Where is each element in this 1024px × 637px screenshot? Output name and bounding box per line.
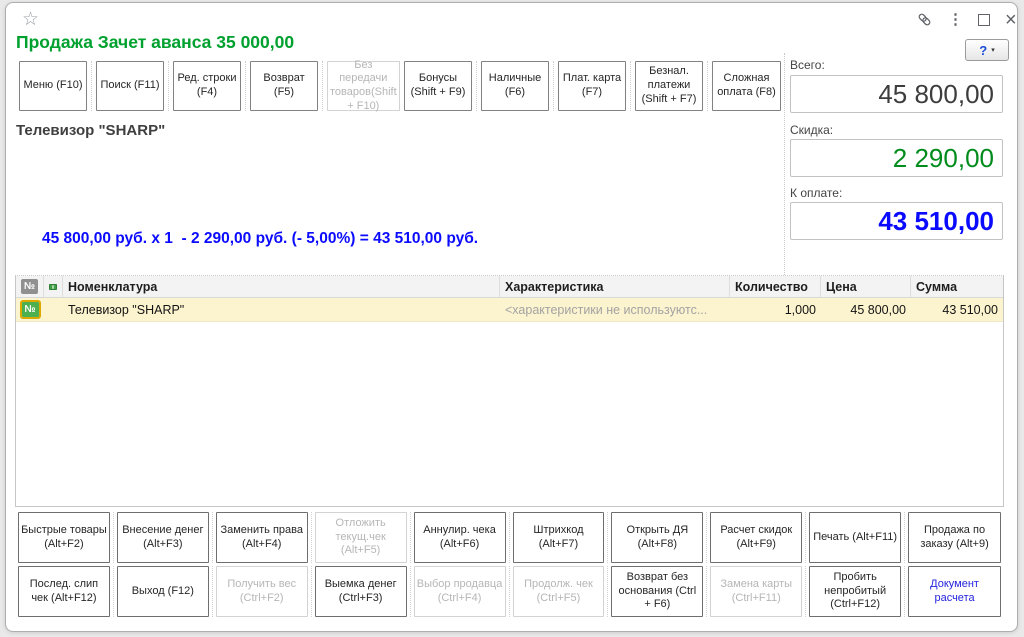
calc-discounts-button[interactable]: Расчет скидок (Alt+F9): [710, 512, 802, 563]
nomenclature-header: Номенклатура: [63, 276, 500, 297]
table-header-row: № Номенклатура Характеристика Количество…: [16, 276, 1003, 298]
help-icon: ?: [979, 43, 987, 58]
column-number-header: №: [16, 276, 44, 297]
discount-field: 2 290,00: [790, 139, 1003, 177]
print-button[interactable]: Печать (Alt+F11): [809, 512, 901, 563]
quantity-header: Количество: [730, 276, 821, 297]
row-number-badge-icon: №: [22, 302, 39, 317]
no-goods-transfer-button: Без передачи товаров(Shift + F10): [327, 61, 400, 111]
chevron-down-icon: ▾: [991, 46, 995, 54]
row-characteristic-cell[interactable]: <характеристики не используютс...: [500, 298, 730, 321]
row-nomenclature-cell[interactable]: Телевизор "SHARP": [63, 298, 500, 321]
panel-divider: [784, 53, 785, 275]
withdraw-money-button[interactable]: Выемка денег (Ctrl+F3): [315, 566, 407, 617]
cash-payment-button[interactable]: Наличные (F6): [481, 61, 549, 111]
settlement-document-button[interactable]: Документ расчета: [908, 566, 1001, 617]
last-slip-receipt-button[interactable]: Послед. слип чек (Alt+F12): [18, 566, 110, 617]
search-button[interactable]: Поиск (F11): [96, 61, 164, 111]
sum-header: Сумма: [911, 276, 1003, 297]
barcode-button[interactable]: Штрихкод (Alt+F7): [513, 512, 605, 563]
quick-goods-button[interactable]: Быстрые товары (Alt+F2): [18, 512, 110, 563]
close-button[interactable]: ×: [1005, 13, 1017, 27]
bottom-toolbar-row-2: Послед. слип чек (Alt+F12) Выход (F12) П…: [15, 566, 1004, 617]
total-field: 45 800,00: [790, 75, 1003, 113]
sale-by-order-button[interactable]: Продажа по заказу (Alt+9): [908, 512, 1001, 563]
annul-receipt-button[interactable]: Аннулир. чека (Alt+F6): [414, 512, 506, 563]
change-rights-button[interactable]: Заменить права (Alt+F4): [216, 512, 308, 563]
price-formula: 45 800,00 руб. x 1 - 2 290,00 руб. (- 5,…: [42, 230, 478, 248]
row-number-cell[interactable]: №: [16, 298, 44, 321]
total-label: Всего:: [790, 58, 825, 72]
due-field: 43 510,00: [790, 202, 1003, 240]
help-button[interactable]: ? ▾: [965, 39, 1009, 61]
row-price-cell[interactable]: 45 800,00: [821, 298, 911, 321]
payment-card-button[interactable]: Плат. карта (F7): [558, 61, 626, 111]
characteristic-header: Характеристика: [500, 276, 730, 297]
maximize-button[interactable]: [978, 14, 990, 26]
return-button[interactable]: Возврат (F5): [250, 61, 318, 111]
items-table: № Номенклатура Характеристика Количество…: [15, 275, 1004, 507]
link-icon[interactable]: [916, 11, 933, 28]
row-money-cell[interactable]: [44, 298, 63, 321]
row-sum-cell[interactable]: 43 510,00: [911, 298, 1003, 321]
replace-card-button: Замена карты (Ctrl+F11): [710, 566, 802, 617]
more-menu-icon[interactable]: ⋮: [948, 12, 963, 27]
bonuses-button[interactable]: Бонусы (Shift + F9): [404, 61, 472, 111]
deposit-money-button[interactable]: Внесение денег (Alt+F3): [117, 512, 209, 563]
discount-label: Скидка:: [790, 123, 833, 137]
exit-button[interactable]: Выход (F12): [117, 566, 209, 617]
table-row[interactable]: № Телевизор "SHARP" <характеристики не и…: [16, 298, 1003, 322]
money-column-header: [44, 276, 63, 297]
continue-receipt-button: Продолж. чек (Ctrl+F5): [513, 566, 605, 617]
favorite-star-icon[interactable]: ☆: [22, 8, 39, 31]
due-label: К оплате:: [790, 186, 842, 200]
titlebar-controls: ⋮ ×: [916, 11, 1017, 28]
current-cell-focus-ring: №: [20, 300, 41, 319]
top-toolbar: Меню (F10) Поиск (F11) Ред. строки (F4) …: [15, 61, 785, 111]
menu-button[interactable]: Меню (F10): [19, 61, 87, 111]
complex-payment-button[interactable]: Сложная оплата (F8): [712, 61, 781, 111]
number-badge-icon: №: [21, 279, 38, 294]
postpone-receipt-button: Отложить текущ.чек (Alt+F5): [315, 512, 407, 563]
pos-window: ☆ ⋮ × Продажа Зачет аванса 35 000,00 ? ▾…: [5, 2, 1018, 632]
edit-row-button[interactable]: Ред. строки (F4): [173, 61, 241, 111]
return-without-reason-button[interactable]: Возврат без основания (Ctrl + F6): [611, 566, 703, 617]
page-title: Продажа Зачет аванса 35 000,00: [16, 32, 294, 53]
get-weight-button: Получить вес (Ctrl+F2): [216, 566, 308, 617]
choose-seller-button: Выбор продавца (Ctrl+F4): [414, 566, 506, 617]
current-product-name: Телевизор "SHARP": [16, 122, 165, 139]
punch-unpunched-button[interactable]: Пробить непробитый (Ctrl+F12): [809, 566, 901, 617]
cashless-payment-button[interactable]: Безнал. платежи (Shift + F7): [635, 61, 703, 111]
bottom-toolbar-row-1: Быстрые товары (Alt+F2) Внесение денег (…: [15, 512, 1004, 563]
price-header: Цена: [821, 276, 911, 297]
banknote-icon: [49, 281, 57, 293]
open-cash-drawer-button[interactable]: Открыть ДЯ (Alt+F8): [611, 512, 703, 563]
row-quantity-cell[interactable]: 1,000: [730, 298, 821, 321]
